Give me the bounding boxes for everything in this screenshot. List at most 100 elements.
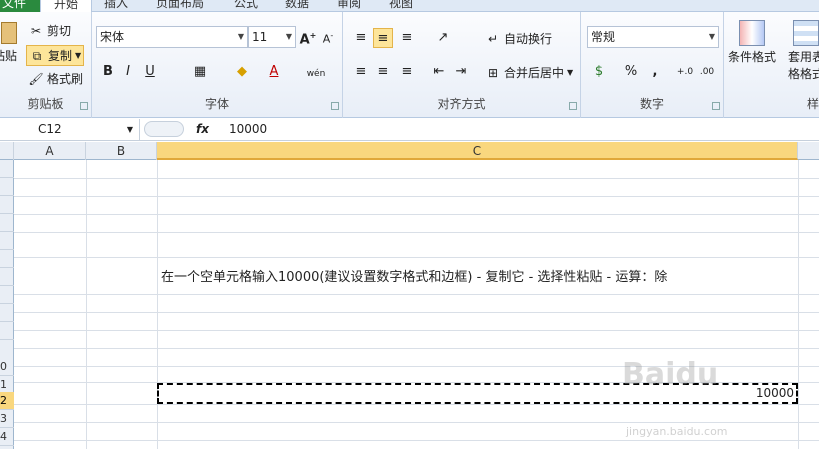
row-header[interactable] (0, 196, 14, 214)
row-header-10[interactable]: 0 (0, 358, 14, 376)
paste-icon (1, 22, 17, 44)
chevron-down-icon: ▼ (285, 32, 292, 41)
tab-file[interactable]: 文件 (0, 0, 40, 12)
font-group-label: 字体 (204, 97, 229, 111)
increase-indent-icon: ⇥ (455, 64, 467, 79)
baidu-watermark-url: jingyan.baidu.com (626, 425, 728, 438)
copy-label: 复制 (48, 49, 73, 63)
tab-data[interactable]: 数据 (285, 0, 309, 12)
format-as-table-button[interactable]: 套用表格格式 (786, 20, 819, 82)
format-as-table-label: 套用表格格式 (787, 50, 819, 81)
row-header[interactable] (0, 232, 14, 250)
format-painter-button[interactable]: 🖌 格式刷 (28, 70, 83, 87)
accounting-format-button[interactable]: $ (589, 62, 609, 82)
number-launcher-icon[interactable] (712, 102, 720, 110)
font-color-button[interactable]: A (264, 62, 284, 82)
bold-button[interactable]: B (98, 62, 118, 82)
font-color-icon: A (269, 64, 279, 79)
tab-review[interactable]: 审阅 (337, 0, 361, 12)
tab-view[interactable]: 视图 (389, 0, 413, 12)
grow-font-button[interactable]: A+ (298, 26, 318, 47)
instruction-cell-text[interactable]: 在一个空单元格输入10000(建议设置数字格式和边框) - 复制它 - 选择性粘… (161, 266, 667, 285)
column-header-c[interactable]: C (157, 142, 798, 160)
scissors-icon: ✂ (30, 23, 42, 38)
clipboard-launcher-icon[interactable] (80, 102, 88, 110)
row-header[interactable] (0, 286, 14, 304)
tab-formulas[interactable]: 公式 (234, 0, 258, 12)
formula-bar-splitter[interactable] (144, 121, 184, 137)
row-header[interactable] (0, 178, 14, 196)
phonetic-button[interactable]: wén (306, 62, 326, 82)
align-right-button[interactable]: ≡ (397, 62, 417, 82)
align-middle-icon: ≡ (377, 31, 389, 46)
row-header[interactable] (0, 250, 14, 268)
copy-button[interactable]: ⧉ 复制 ▼ (26, 45, 85, 66)
styles-group: 条件格式 套用表格格式 样 (724, 12, 819, 118)
font-size-combo[interactable]: 11 ▼ (248, 26, 296, 48)
italic-button[interactable]: I (118, 62, 138, 82)
align-left-icon: ≡ (355, 64, 367, 79)
align-middle-button[interactable]: ≡ (373, 28, 393, 48)
column-header-b[interactable]: B (86, 142, 157, 160)
wrap-text-button[interactable]: ↵ 自动换行 (485, 30, 552, 47)
font-group: 宋体 ▼ 11 ▼ A+ A- B I U ▦ ◆ A wén 字体 (92, 12, 343, 118)
conditional-formatting-button[interactable]: 条件格式 (728, 20, 776, 65)
name-box[interactable]: C12 ▼ (0, 119, 140, 140)
borders-button[interactable]: ▦ (190, 62, 210, 82)
name-box-value: C12 (38, 122, 62, 136)
increase-decimal-icon: +.0 (676, 67, 694, 77)
fill-color-button[interactable]: ◆ (232, 62, 252, 82)
cut-button[interactable]: ✂ 剪切 (28, 22, 71, 39)
chevron-down-icon: ▼ (708, 32, 715, 41)
wrap-text-icon: ↵ (487, 31, 499, 46)
chevron-down-icon: ▼ (75, 51, 82, 60)
select-all-button[interactable] (0, 142, 14, 160)
column-header-a[interactable]: A (14, 142, 86, 160)
row-header-12[interactable]: 2 (0, 392, 14, 410)
worksheet-grid[interactable]: A B C 0 1 2 3 4 5 在一个空单元格输入10000(建议设置数字格… (0, 142, 819, 449)
paste-button[interactable]: 粘贴 (0, 22, 18, 64)
align-left-button[interactable]: ≡ (351, 62, 371, 82)
number-format-combo[interactable]: 常规 ▼ (587, 26, 719, 48)
comma-button[interactable]: , (645, 62, 665, 82)
row-header[interactable] (0, 322, 14, 340)
row-header-14[interactable]: 4 (0, 428, 14, 446)
merge-center-label: 合并后居中 (504, 66, 565, 80)
tab-page-layout[interactable]: 页面布局 (156, 0, 204, 12)
alignment-group: ≡ ≡ ≡ ↗ ↵ 自动换行 ≡ ≡ ≡ ⇤ ⇥ ⊞ 合并后居中 ▼ 对齐方式 (343, 12, 581, 118)
insert-function-icon[interactable]: fx (196, 119, 209, 140)
increase-indent-button[interactable]: ⇥ (451, 62, 471, 82)
row-header[interactable] (0, 268, 14, 286)
merge-center-button[interactable]: ⊞ 合并后居中 ▼ (485, 64, 573, 81)
border-icon: ▦ (193, 64, 207, 79)
increase-decimal-button[interactable]: +.0 (675, 62, 695, 82)
orientation-button[interactable]: ↗ (433, 28, 453, 48)
merge-icon: ⊞ (487, 65, 499, 80)
conditional-formatting-icon (739, 20, 765, 46)
row-header[interactable] (0, 160, 14, 178)
align-center-button[interactable]: ≡ (373, 62, 393, 82)
brush-icon: 🖌 (28, 71, 44, 86)
alignment-launcher-icon[interactable] (569, 102, 577, 110)
font-name-combo[interactable]: 宋体 ▼ (96, 26, 248, 48)
decrease-decimal-button[interactable]: .00 (697, 62, 717, 82)
chevron-down-icon: ▼ (567, 68, 574, 77)
formula-input[interactable]: 10000 (229, 119, 267, 140)
row-header[interactable] (0, 304, 14, 322)
shrink-font-button[interactable]: A- (318, 26, 338, 46)
conditional-formatting-label: 条件格式 (728, 50, 777, 64)
tab-insert[interactable]: 插入 (104, 0, 128, 12)
decrease-indent-button[interactable]: ⇤ (429, 62, 449, 82)
align-top-button[interactable]: ≡ (351, 28, 371, 48)
table-format-icon (793, 20, 819, 46)
paste-label: 粘贴 (0, 49, 17, 63)
ribbon-tab-strip: 文件 开始 插入 页面布局 公式 数据 审阅 视图 (0, 0, 819, 13)
underline-button[interactable]: U (140, 62, 160, 82)
align-bottom-button[interactable]: ≡ (397, 28, 417, 48)
font-size-value: 11 (252, 30, 268, 44)
percent-button[interactable]: % (621, 62, 641, 82)
row-header-13[interactable]: 3 (0, 410, 14, 428)
font-launcher-icon[interactable] (331, 102, 339, 110)
ribbon: 粘贴 ✂ 剪切 ⧉ 复制 ▼ 🖌 格式刷 剪贴板 宋体 ▼ 11 ▼ A+ A-… (0, 12, 819, 118)
row-header[interactable] (0, 214, 14, 232)
